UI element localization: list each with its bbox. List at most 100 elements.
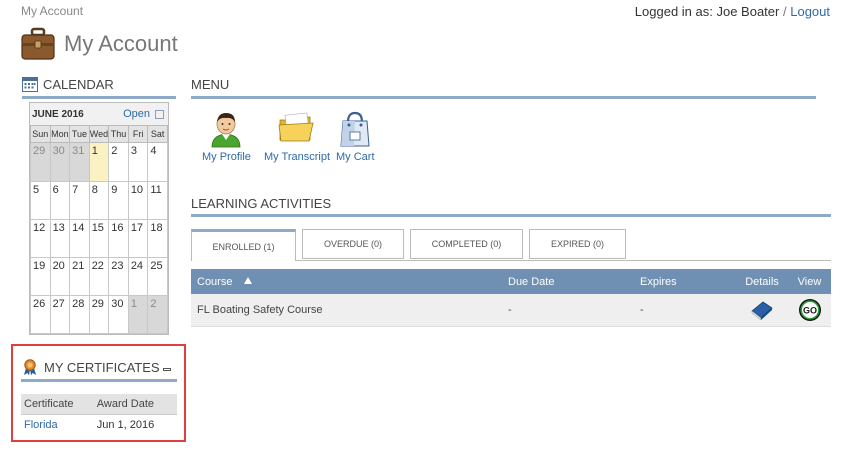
tab-completed[interactable]: COMPLETED (0) — [410, 229, 523, 259]
menu-rule — [191, 96, 816, 99]
calendar-day-today[interactable]: 1 — [88, 142, 110, 182]
certificates-panel: MY CERTIFICATES Certificate Award Date F… — [11, 344, 186, 442]
calendar-day[interactable]: 21 — [69, 257, 90, 296]
logout-link[interactable]: Logout — [790, 4, 830, 19]
calendar-day[interactable]: 24 — [127, 257, 149, 296]
calendar-open-link[interactable]: Open — [123, 108, 164, 120]
sort-ascending-icon — [243, 276, 252, 284]
calendar-day[interactable]: 14 — [69, 219, 90, 258]
calendar-grid: Sun Mon Tue Wed Thu Fri Sat 29 30 31 1 2… — [30, 125, 168, 334]
cert-col-award-date: Award Date — [93, 394, 177, 415]
external-link-icon — [155, 109, 164, 119]
col-details: Details — [736, 269, 788, 294]
calendar-day[interactable]: 9 — [108, 181, 129, 220]
calendar-day[interactable]: 13 — [49, 219, 71, 258]
calendar-day[interactable]: 27 — [49, 295, 71, 334]
learning-tabs: ENROLLED (1) OVERDUE (0) COMPLETED (0) E… — [191, 229, 632, 261]
calendar-day[interactable]: 6 — [49, 181, 71, 220]
calendar-day[interactable]: 28 — [69, 295, 90, 334]
go-icon[interactable]: GO — [798, 298, 822, 322]
col-course-label: Course — [197, 275, 233, 288]
page-title-area: My Account — [20, 24, 178, 64]
calendar-day[interactable]: 2 — [147, 295, 168, 334]
certificates-title: MY CERTIFICATES — [44, 360, 160, 375]
learning-activities-section-title: LEARNING ACTIVITIES — [191, 196, 332, 211]
calendar-widget: JUNE 2016 Open Sun Mon Tue Wed Thu Fri S… — [29, 102, 169, 335]
calendar-day[interactable]: 17 — [127, 219, 149, 258]
calendar-day[interactable]: 15 — [88, 219, 110, 258]
certificate-link[interactable]: Florida — [24, 419, 58, 431]
go-label: GO — [802, 305, 816, 315]
calendar-day[interactable]: 4 — [147, 142, 168, 182]
menu-item-my-cart[interactable]: My Cart — [336, 110, 375, 163]
login-separator: / — [782, 4, 787, 19]
details-cell — [736, 294, 788, 327]
page-title: My Account — [64, 31, 178, 56]
calendar-day[interactable]: 1 — [127, 295, 149, 334]
certificates-rule — [21, 379, 177, 382]
login-status: Logged in as: Joe Boater / Logout — [635, 4, 830, 19]
calendar-day[interactable]: 25 — [147, 257, 168, 296]
calendar-open-label: Open — [123, 108, 150, 120]
calendar-day[interactable]: 23 — [108, 257, 129, 296]
tab-overdue[interactable]: OVERDUE (0) — [302, 229, 404, 259]
learning-activities-rule — [191, 214, 831, 217]
menu-item-my-profile[interactable]: My Profile — [202, 110, 251, 163]
menu-label-my-cart: My Cart — [336, 151, 375, 163]
weekday-header: Mon — [49, 125, 71, 143]
col-expires[interactable]: Expires — [634, 269, 736, 294]
course-name: FL Boating Safety Course — [191, 294, 502, 327]
calendar-day[interactable]: 8 — [88, 181, 110, 220]
course-due-date: - — [502, 294, 634, 327]
calendar-day[interactable]: 22 — [88, 257, 110, 296]
menu-label-my-transcript: My Transcript — [264, 151, 331, 163]
calendar-day[interactable]: 18 — [147, 219, 168, 258]
certificates-table: Certificate Award Date Florida Jun 1, 20… — [21, 394, 177, 436]
calendar-day[interactable]: 5 — [30, 181, 51, 220]
calendar-day[interactable]: 10 — [127, 181, 149, 220]
learning-activities-table: Course Due Date Expires Details View FL … — [191, 269, 831, 327]
calendar-day[interactable]: 31 — [69, 142, 90, 182]
briefcase-icon — [21, 27, 55, 60]
certificates-section-title: MY CERTIFICATES — [23, 359, 171, 376]
folder-icon — [278, 112, 314, 142]
calendar-rule — [22, 96, 176, 99]
col-course[interactable]: Course — [191, 269, 502, 294]
weekday-header: Wed — [88, 125, 110, 143]
menu-section-title: MENU — [191, 77, 230, 92]
calendar-day[interactable]: 30 — [49, 142, 71, 182]
calendar-day[interactable]: 11 — [147, 181, 168, 220]
col-due-date[interactable]: Due Date — [502, 269, 634, 294]
weekday-header: Fri — [127, 125, 149, 143]
calendar-day[interactable]: 29 — [88, 295, 110, 334]
calendar-day[interactable]: 19 — [30, 257, 51, 296]
calendar-day[interactable]: 7 — [69, 181, 90, 220]
calendar-day[interactable]: 30 — [108, 295, 129, 334]
collapse-icon[interactable] — [162, 368, 171, 371]
breadcrumb: My Account — [21, 4, 84, 18]
book-icon[interactable] — [749, 299, 775, 321]
calendar-day[interactable]: 20 — [49, 257, 71, 296]
calendar-day[interactable]: 26 — [30, 295, 51, 334]
award-ribbon-icon — [24, 359, 36, 376]
tab-expired[interactable]: EXPIRED (0) — [529, 229, 626, 259]
logged-in-text: Logged in as: Joe Boater — [634, 4, 780, 19]
menu-item-my-transcript[interactable]: My Transcript — [264, 110, 330, 163]
calendar-day[interactable]: 3 — [127, 142, 149, 182]
award-date: Jun 1, 2016 — [96, 419, 155, 432]
calendar-day[interactable]: 16 — [108, 219, 129, 258]
shopping-bag-icon — [340, 111, 370, 147]
weekday-header: Sat — [147, 125, 168, 143]
calendar-section-title: CALENDAR — [22, 77, 114, 92]
calendar-day[interactable]: 12 — [30, 219, 51, 258]
tab-enrolled[interactable]: ENROLLED (1) — [191, 229, 296, 261]
menu-label-my-profile: My Profile — [202, 151, 251, 163]
view-cell: GO — [788, 294, 831, 327]
calendar-day[interactable]: 2 — [108, 142, 129, 182]
cert-col-certificate: Certificate — [21, 394, 94, 415]
table-row: Florida Jun 1, 2016 — [21, 414, 177, 436]
weekday-header: Thu — [108, 125, 129, 143]
calendar-month: JUNE 2016 — [32, 108, 84, 120]
weekday-header: Tue — [69, 125, 90, 143]
calendar-day[interactable]: 29 — [30, 142, 51, 182]
